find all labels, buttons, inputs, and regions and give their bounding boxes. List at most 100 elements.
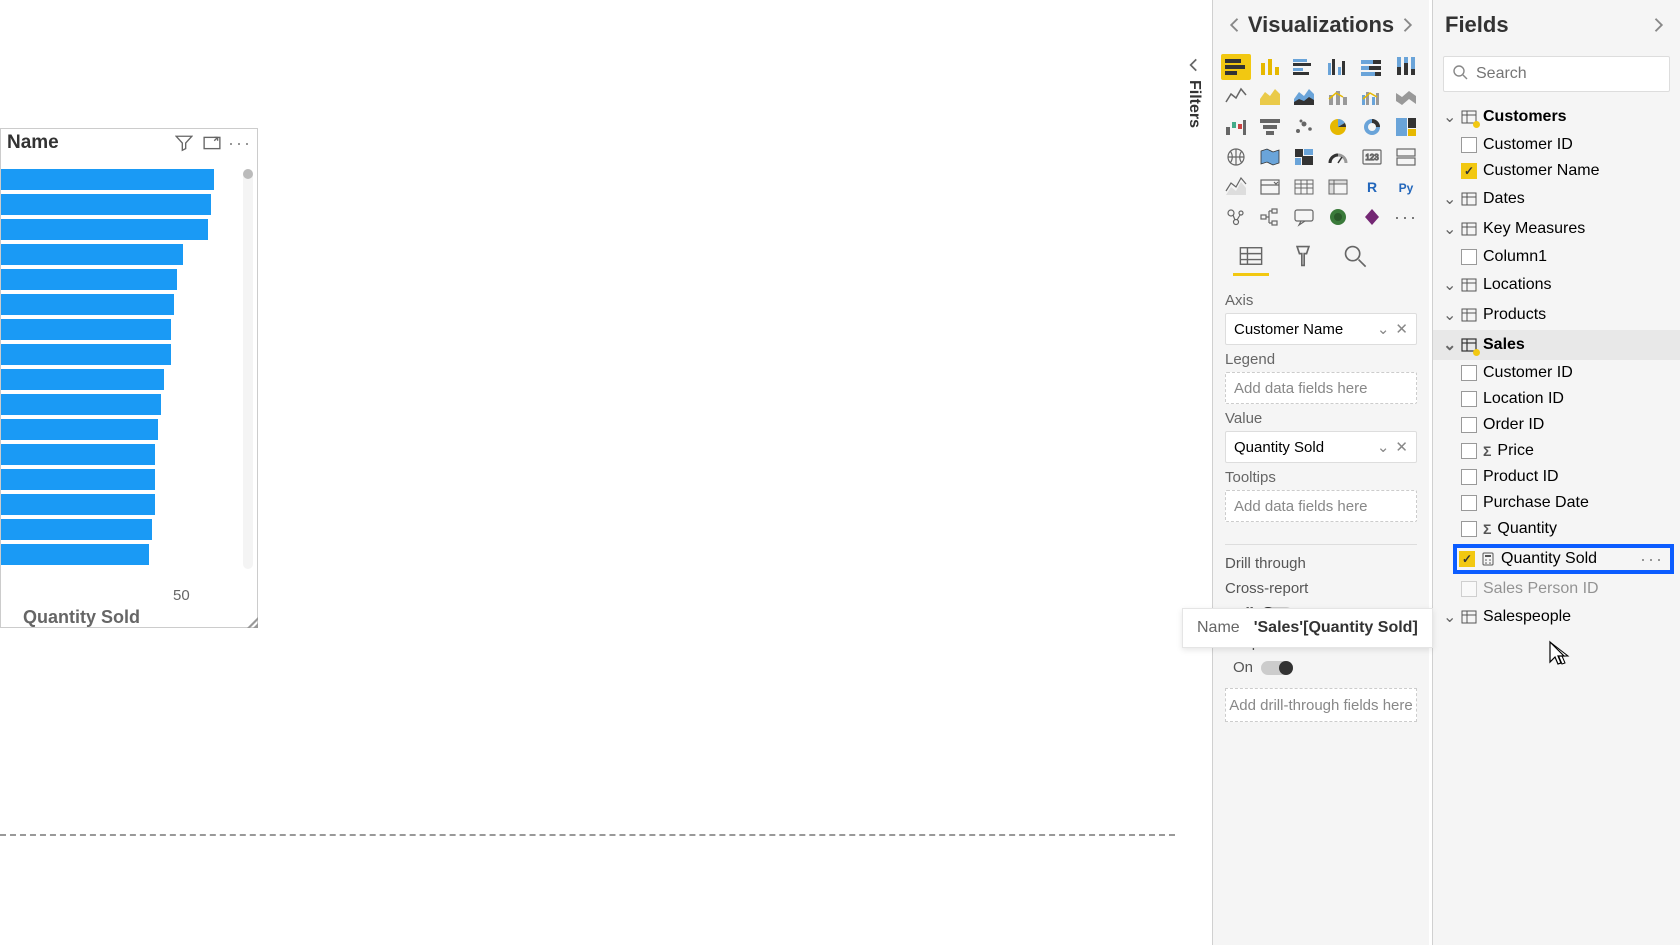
key-influencers-icon[interactable] xyxy=(1221,204,1251,230)
field-sales-locationid[interactable]: Location ID xyxy=(1433,386,1680,412)
clustered-bar-chart-icon[interactable] xyxy=(1289,54,1319,80)
checkbox[interactable] xyxy=(1459,551,1475,567)
bar-chart-visual[interactable]: Name ··· xyxy=(0,128,258,628)
checkbox[interactable] xyxy=(1461,581,1477,597)
multi-row-card-icon[interactable] xyxy=(1391,144,1421,170)
checkbox[interactable] xyxy=(1461,365,1477,381)
stacked-column-chart-icon[interactable] xyxy=(1255,54,1285,80)
chart-scrollbar[interactable] xyxy=(243,169,253,569)
stacked-bar-100-chart-icon[interactable] xyxy=(1357,54,1387,80)
search-input[interactable] xyxy=(1476,65,1680,83)
field-more-icon[interactable]: ··· xyxy=(1640,549,1664,570)
analytics-tab-icon[interactable] xyxy=(1341,242,1369,270)
fields-search[interactable] xyxy=(1443,56,1670,92)
stacked-bar-chart-icon[interactable] xyxy=(1221,54,1251,80)
r-visual-icon[interactable]: R xyxy=(1357,174,1387,200)
card-icon[interactable]: 123 xyxy=(1357,144,1387,170)
table-keymeasures[interactable]: ⌄ Key Measures xyxy=(1433,214,1680,244)
filters-pane-label[interactable]: Filters xyxy=(1185,80,1203,128)
report-canvas[interactable]: Name ··· xyxy=(0,0,1175,945)
powerapps-visual-icon[interactable] xyxy=(1357,204,1387,230)
focus-mode-icon[interactable] xyxy=(203,134,221,152)
stacked-column-100-chart-icon[interactable] xyxy=(1391,54,1421,80)
ribbon-chart-icon[interactable] xyxy=(1391,84,1421,110)
more-options-icon[interactable]: ··· xyxy=(231,134,249,152)
pie-chart-icon[interactable] xyxy=(1323,114,1353,140)
bar[interactable] xyxy=(1,294,174,315)
expand-fields-icon[interactable] xyxy=(1648,15,1668,35)
remove-field-icon[interactable]: ✕ xyxy=(1395,438,1408,456)
scrollbar-thumb[interactable] xyxy=(243,169,253,179)
treemap-chart-icon[interactable] xyxy=(1391,114,1421,140)
line-chart-icon[interactable] xyxy=(1221,84,1251,110)
python-visual-icon[interactable]: Py xyxy=(1391,174,1421,200)
line-stacked-column-chart-icon[interactable] xyxy=(1323,84,1353,110)
collapse-viz-icon[interactable] xyxy=(1225,15,1245,35)
chevron-down-icon[interactable]: ⌄ xyxy=(1377,320,1390,338)
filled-map-icon[interactable] xyxy=(1255,144,1285,170)
tooltips-well[interactable]: Add data fields here xyxy=(1225,490,1417,522)
field-customers-name[interactable]: Customer Name xyxy=(1433,158,1680,184)
kpi-icon[interactable] xyxy=(1221,174,1251,200)
expand-viz-icon[interactable] xyxy=(1397,15,1417,35)
table-locations[interactable]: ⌄ Locations xyxy=(1433,270,1680,300)
fields-tab-icon[interactable] xyxy=(1237,242,1265,270)
slicer-icon[interactable] xyxy=(1255,174,1285,200)
checkbox[interactable] xyxy=(1461,521,1477,537)
field-sales-salespersonid[interactable]: Sales Person ID xyxy=(1433,576,1680,602)
scatter-chart-icon[interactable] xyxy=(1289,114,1319,140)
keep-filters-toggle[interactable] xyxy=(1261,661,1293,675)
table-sales[interactable]: ⌄ Sales xyxy=(1433,330,1680,360)
bar[interactable] xyxy=(1,169,214,190)
qa-visual-icon[interactable] xyxy=(1289,204,1319,230)
legend-well[interactable]: Add data fields here xyxy=(1225,372,1417,404)
bar[interactable] xyxy=(1,344,171,365)
bar[interactable] xyxy=(1,194,211,215)
field-sales-productid[interactable]: Product ID xyxy=(1433,464,1680,490)
checkbox[interactable] xyxy=(1461,443,1477,459)
field-sales-customerid[interactable]: Customer ID xyxy=(1433,360,1680,386)
waterfall-chart-icon[interactable] xyxy=(1221,114,1251,140)
more-visuals-icon[interactable]: ··· xyxy=(1391,204,1421,230)
filter-icon[interactable] xyxy=(175,134,193,152)
field-customers-id[interactable]: Customer ID xyxy=(1433,132,1680,158)
table-dates[interactable]: ⌄ Dates xyxy=(1433,184,1680,214)
chevron-down-icon[interactable]: ⌄ xyxy=(1377,438,1390,456)
bar[interactable] xyxy=(1,394,161,415)
expand-filters-icon[interactable] xyxy=(1185,56,1203,74)
checkbox[interactable] xyxy=(1461,137,1477,153)
drillthrough-well[interactable]: Add drill-through fields here xyxy=(1225,688,1417,722)
axis-well[interactable]: Customer Name ⌄ ✕ xyxy=(1225,313,1417,345)
field-sales-quantitysold[interactable]: Quantity Sold ··· xyxy=(1453,544,1674,574)
funnel-chart-icon[interactable] xyxy=(1255,114,1285,140)
donut-chart-icon[interactable] xyxy=(1357,114,1387,140)
bar[interactable] xyxy=(1,469,155,490)
checkbox[interactable] xyxy=(1461,249,1477,265)
gauge-chart-icon[interactable] xyxy=(1323,144,1353,170)
bar[interactable] xyxy=(1,269,177,290)
bar[interactable] xyxy=(1,544,149,565)
bar[interactable] xyxy=(1,419,158,440)
bar[interactable] xyxy=(1,519,152,540)
value-well[interactable]: Quantity Sold ⌄ ✕ xyxy=(1225,431,1417,463)
decomposition-tree-icon[interactable] xyxy=(1255,204,1285,230)
shape-map-icon[interactable] xyxy=(1289,144,1319,170)
arcgis-map-icon[interactable] xyxy=(1323,204,1353,230)
checkbox[interactable] xyxy=(1461,469,1477,485)
checkbox[interactable] xyxy=(1461,495,1477,511)
field-sales-orderid[interactable]: Order ID xyxy=(1433,412,1680,438)
checkbox[interactable] xyxy=(1461,163,1477,179)
field-sales-price[interactable]: Σ Price xyxy=(1433,438,1680,464)
field-keymeasures-col1[interactable]: Column1 xyxy=(1433,244,1680,270)
bar[interactable] xyxy=(1,244,183,265)
field-sales-purchasedate[interactable]: Purchase Date xyxy=(1433,490,1680,516)
remove-field-icon[interactable]: ✕ xyxy=(1395,320,1408,338)
checkbox[interactable] xyxy=(1461,391,1477,407)
bar[interactable] xyxy=(1,444,155,465)
table-products[interactable]: ⌄ Products xyxy=(1433,300,1680,330)
field-sales-quantity[interactable]: Σ Quantity xyxy=(1433,516,1680,542)
table-customers[interactable]: ⌄ Customers xyxy=(1433,102,1680,132)
line-clustered-column-chart-icon[interactable] xyxy=(1357,84,1387,110)
bar[interactable] xyxy=(1,319,171,340)
table-salespeople[interactable]: ⌄ Salespeople xyxy=(1433,602,1680,632)
